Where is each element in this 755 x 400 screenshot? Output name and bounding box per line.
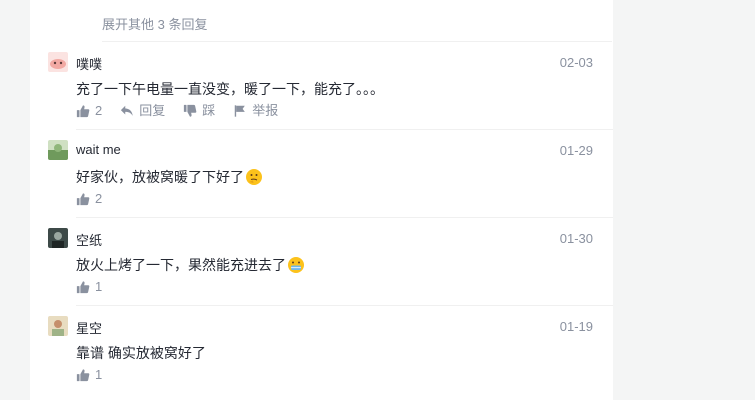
avatar[interactable] (48, 140, 68, 160)
like-button[interactable]: 2 (76, 192, 102, 206)
reply-label: 回复 (139, 103, 166, 118)
comment-date: 01-30 (559, 231, 593, 246)
expand-replies-link[interactable]: 展开其他 3 条回复 (102, 14, 207, 33)
username[interactable]: wait me (76, 142, 121, 157)
comment-text-row: 靠谱 确实放被窝好了 (76, 343, 206, 363)
like-count: 2 (95, 103, 103, 118)
comment-date: 01-19 (559, 319, 593, 334)
avatar[interactable] (48, 228, 68, 248)
comment-item: 空纸 01-30 放火上烤了一下，果然能充进去了 1 (30, 218, 613, 306)
comment-item: 噗噗 02-03 充了一下午电量一直没变，暖了一下，能充了。。。 2 回复 踩 … (30, 42, 613, 130)
like-button[interactable]: 1 (76, 280, 102, 294)
comment-date: 02-03 (559, 55, 593, 70)
username[interactable]: 星空 (76, 318, 102, 337)
like-count: 1 (95, 367, 103, 382)
thumbs-up-icon (76, 369, 90, 382)
comment-text-row: 好家伙，放被窝暖了下好了 (76, 167, 263, 187)
thumbs-down-icon (184, 104, 197, 117)
comment-actions: 1 (76, 278, 120, 296)
comment-text-row: 放火上烤了一下，果然能充进去了 (76, 255, 305, 275)
thumbs-up-icon (76, 105, 90, 118)
comment-actions: 2 回复 踩 举报 (76, 102, 296, 120)
report-label: 举报 (252, 103, 279, 118)
avatar[interactable] (48, 52, 68, 72)
flag-icon (235, 105, 246, 117)
like-count: 1 (95, 279, 103, 294)
dislike-button[interactable]: 踩 (183, 104, 215, 118)
comment-text: 靠谱 确实放被窝好了 (76, 345, 206, 361)
thinking-face-emoji (246, 169, 262, 185)
username[interactable]: 空纸 (76, 230, 102, 249)
report-button[interactable]: 举报 (233, 104, 278, 118)
like-count: 2 (95, 191, 103, 206)
comment-text: 放火上烤了一下，果然能充进去了 (76, 257, 286, 273)
comment-item: 星空 01-19 靠谱 确实放被窝好了 1 (30, 306, 613, 394)
comment-text: 好家伙，放被窝暖了下好了 (76, 169, 244, 185)
grimacing-emoji (288, 257, 304, 273)
comment-text-row: 充了一下午电量一直没变，暖了一下，能充了。。。 (76, 79, 384, 99)
expand-replies-row: 展开其他 3 条回复 (102, 0, 612, 42)
comment-actions: 2 (76, 190, 120, 208)
reply-arrow-icon (121, 105, 133, 116)
like-button[interactable]: 2 (76, 104, 102, 118)
comment-panel: 展开其他 3 条回复 噗噗 02-03 充了一下午电量一直没变，暖了一下，能充了… (30, 0, 613, 400)
comment-date: 01-29 (559, 143, 593, 158)
username[interactable]: 噗噗 (76, 54, 102, 73)
comment-item: wait me 01-29 好家伙，放被窝暖了下好了 2 (30, 130, 613, 218)
thumbs-up-icon (76, 193, 90, 206)
comment-actions: 1 (76, 366, 120, 384)
like-button[interactable]: 1 (76, 368, 102, 382)
avatar[interactable] (48, 316, 68, 336)
reply-button[interactable]: 回复 (120, 104, 165, 118)
comment-text: 充了一下午电量一直没变，暖了一下，能充了。。。 (76, 81, 384, 97)
dislike-label: 踩 (202, 103, 216, 118)
thumbs-up-icon (76, 281, 90, 294)
